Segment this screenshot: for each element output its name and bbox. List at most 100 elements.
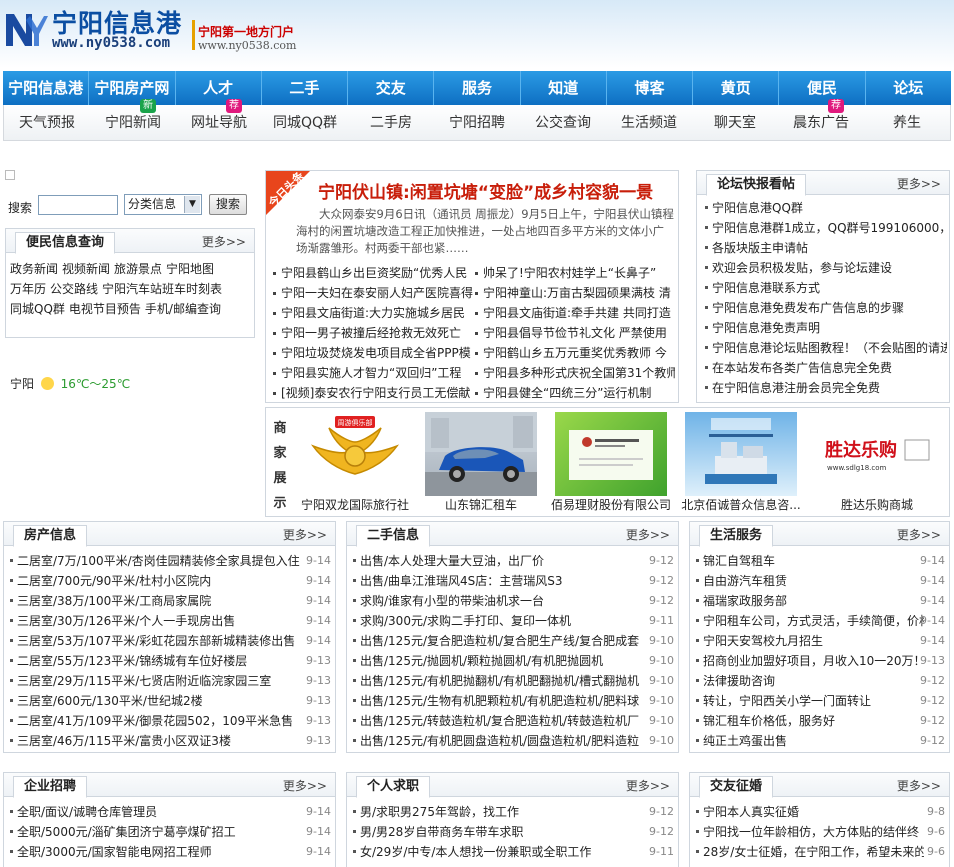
list-row[interactable]: 出售/125元/抛圆机/颗粒抛圆机/有机肥抛圆机 9-10: [353, 651, 674, 671]
list-row[interactable]: 三居室/600元/130平米/世纪城2楼 9-13: [10, 691, 331, 711]
sub-nav-item[interactable]: 养生: [864, 105, 950, 140]
more-link[interactable]: 更多>>: [626, 777, 670, 794]
convenience-link[interactable]: 宁阳汽车站班车时刻表: [102, 282, 222, 296]
list-row[interactable]: 出售/125元/有机肥圆盘造粒机/圆盘造粒机/肥料造粒 9-10: [353, 731, 674, 751]
news-link[interactable]: 宁阳县倡导节俭节礼文化 严禁使用: [473, 323, 675, 343]
convenience-link[interactable]: 视频新闻: [62, 262, 110, 276]
more-link[interactable]: 更多>>: [283, 526, 327, 543]
sub-nav-item[interactable]: 天气预报: [4, 105, 90, 140]
list-row[interactable]: 28岁/女士征婚，在宁阳工作，希望未来的 9-6: [696, 842, 945, 862]
merchant-card[interactable]: 北京佰诚普众信息咨...: [678, 412, 804, 514]
list-row[interactable]: 男/求职男275年驾龄，找工作 9-12: [353, 802, 674, 822]
forum-item[interactable]: 各版块版主申请帖: [703, 238, 947, 258]
list-row[interactable]: 宁阳本人真实征婚 9-8: [696, 802, 945, 822]
list-row[interactable]: 三居室/38万/100平米/工商局家属院 9-14: [10, 591, 331, 611]
sub-nav-item[interactable]: 宁阳招聘: [434, 105, 520, 140]
news-link[interactable]: 宁阳县文庙街道:牵手共建 共同打造: [473, 303, 675, 323]
merchant-card[interactable]: 周游俱乐部 宁阳双龙国际旅行社: [292, 412, 418, 514]
sub-nav-item[interactable]: 同城QQ群: [262, 105, 348, 140]
news-link[interactable]: 宁阳一夫妇在泰安丽人妇产医院喜得: [271, 283, 473, 303]
forum-item[interactable]: 宁阳信息港群1成立，QQ群号199106000，欢迎: [703, 218, 947, 238]
more-link[interactable]: 更多>>: [897, 526, 941, 543]
news-link[interactable]: 宁阳县实施人才智力“双回归”工程: [271, 363, 473, 383]
sub-nav-item[interactable]: 二手房: [348, 105, 434, 140]
list-row[interactable]: 自由游汽车租赁 9-14: [696, 571, 945, 591]
list-row[interactable]: 福瑞家政服务部 9-14: [696, 591, 945, 611]
sub-nav-item[interactable]: 宁阳新闻 新: [90, 99, 176, 140]
convenience-link[interactable]: 电视节目预告: [69, 302, 141, 316]
forum-item[interactable]: 在宁阳信息港注册会员完全免费: [703, 378, 947, 398]
forum-item[interactable]: 宁阳信息港论坛贴图教程！（不会贴图的请进）: [703, 338, 947, 358]
list-row[interactable]: 宁阳天安驾校九月招生 9-14: [696, 631, 945, 651]
list-row[interactable]: 宁阳租车公司，方式灵活，手续简便，价格 9-14: [696, 611, 945, 631]
forum-item[interactable]: 宁阳信息港联系方式: [703, 278, 947, 298]
main-nav-item[interactable]: 博客: [607, 71, 694, 105]
search-input[interactable]: [38, 195, 118, 215]
news-link[interactable]: 宁阳县健全“四统三分”运行机制: [473, 383, 675, 403]
main-nav-item[interactable]: 黄页: [693, 71, 780, 105]
search-button[interactable]: 搜索: [209, 194, 247, 215]
main-nav-item[interactable]: 服务: [434, 71, 521, 105]
convenience-link[interactable]: 万年历: [10, 282, 46, 296]
forum-item[interactable]: 宁阳信息港免责声明: [703, 318, 947, 338]
main-nav-item[interactable]: 人才: [176, 71, 262, 105]
list-row[interactable]: 锦汇自驾租车 9-14: [696, 551, 945, 571]
merchant-card[interactable]: 胜达乐购 www.sdlg18.com 胜达乐购商城: [814, 412, 940, 514]
list-row[interactable]: 二居室/55万/123平米/锦绣城有车位好楼层 9-13: [10, 651, 331, 671]
list-row[interactable]: 二居室/700元/90平米/杜村小区院内 9-14: [10, 571, 331, 591]
news-link[interactable]: 宁阳县文庙街道:大力实施城乡居民: [271, 303, 473, 323]
news-link[interactable]: 宁阳神童山:万亩古梨园硕果满枝 清: [473, 283, 675, 303]
list-row[interactable]: 锦汇租车价格低，服务好 9-12: [696, 711, 945, 731]
list-row[interactable]: 纯正土鸡蛋出售 9-12: [696, 731, 945, 751]
more-link[interactable]: 更多>>: [626, 526, 670, 543]
main-nav-item[interactable]: 知道: [521, 71, 607, 105]
list-row[interactable]: 求购/谁家有小型的带柴油机求一台 9-12: [353, 591, 674, 611]
list-row[interactable]: 出售/125元/生物有机肥颗粒机/有机肥造粒机/肥料球 9-10: [353, 691, 674, 711]
list-row[interactable]: 招商创业加盟好项目，月收入10一20万！ 9-13: [696, 651, 945, 671]
more-link[interactable]: 更多>>: [283, 777, 327, 794]
list-row[interactable]: 全职/5000元/淄矿集团济宁葛亭煤矿招工 9-14: [10, 822, 331, 842]
list-row[interactable]: 三居室/53万/107平米/彩虹花园东部新城精装修出售 9-14: [10, 631, 331, 651]
main-nav-item[interactable]: 便民: [779, 71, 866, 105]
list-row[interactable]: 出售/本人处理大量大豆油，出厂价 9-12: [353, 551, 674, 571]
convenience-link[interactable]: 政务新闻: [10, 262, 58, 276]
forum-item[interactable]: 宁阳信息港QQ群: [703, 198, 947, 218]
sub-nav-item[interactable]: 公交查询: [520, 105, 606, 140]
news-link[interactable]: 帅呆了!宁阳农村娃学上“长鼻子”: [473, 263, 675, 283]
list-row[interactable]: 二居室/7万/100平米/杏岗佳园精装修全家具提包入住 9-14: [10, 551, 331, 571]
main-nav-item[interactable]: 论坛: [866, 71, 951, 105]
headline-title[interactable]: 宁阳伏山镇:闲置坑塘“变脸”成乡村容貌一景: [318, 178, 653, 203]
more-link[interactable]: 更多>>: [897, 777, 941, 794]
list-row[interactable]: 出售/125元/有机肥抛翻机/有机肥翻抛机/槽式翻抛机 9-10: [353, 671, 674, 691]
news-link[interactable]: [视频]泰安农行宁阳支行员工无偿献: [271, 383, 473, 403]
sub-nav-item[interactable]: 晨东广告 荐: [778, 99, 864, 140]
news-link[interactable]: 宁阳县多种形式庆祝全国第31个教师: [473, 363, 675, 383]
list-row[interactable]: 女/29岁/中专/本人想找一份兼职或全职工作 9-11: [353, 842, 674, 862]
more-link[interactable]: 更多>>: [202, 233, 246, 250]
list-row[interactable]: 二居室/41万/109平米/御景花园502，109平米急售 9-13: [10, 711, 331, 731]
list-row[interactable]: 三居室/46万/115平米/富贵小区双证3楼 9-13: [10, 731, 331, 751]
list-row[interactable]: 全职/3000元/国家智能电网招工程师 9-14: [10, 842, 331, 862]
sub-nav-item[interactable]: 聊天室: [692, 105, 778, 140]
main-nav-item[interactable]: 二手: [262, 71, 349, 105]
convenience-link[interactable]: 公交路线: [50, 282, 98, 296]
news-link[interactable]: 宁阳一男子被撞后经抢救无效死亡: [271, 323, 473, 343]
list-row[interactable]: 出售/125元/转鼓造粒机/复合肥造粒机/转鼓造粒机厂 9-10: [353, 711, 674, 731]
forum-item[interactable]: 宁阳信息港免费发布广告信息的步骤: [703, 298, 947, 318]
news-link[interactable]: 宁阳县鹤山乡出巨资奖励“优秀人民: [271, 263, 473, 283]
merchant-card[interactable]: 山东锦汇租车: [418, 412, 544, 514]
list-row[interactable]: 出售/曲阜江淮瑞风4S店：主营瑞风S3 9-12: [353, 571, 674, 591]
weather-widget[interactable]: 宁阳 16℃～25℃: [10, 375, 130, 391]
list-row[interactable]: 全职/面议/诚聘仓库管理员 9-14: [10, 802, 331, 822]
list-row[interactable]: 三居室/30万/126平米/个人一手现房出售 9-14: [10, 611, 331, 631]
news-link[interactable]: 宁阳垃圾焚烧发电项目成全省PPP模: [271, 343, 473, 363]
category-select[interactable]: 分类信息 ▼: [124, 194, 202, 215]
list-row[interactable]: 宁阳找一位年龄相仿，大方体贴的结伴终 9-6: [696, 822, 945, 842]
news-link[interactable]: 宁阳鹤山乡五万元重奖优秀教师 今: [473, 343, 675, 363]
convenience-link[interactable]: 旅游景点: [114, 262, 162, 276]
more-link[interactable]: 更多>>: [897, 175, 941, 192]
forum-item[interactable]: 在本站发布各类广告信息完全免费: [703, 358, 947, 378]
list-row[interactable]: 三居室/29万/115平米/七贤店附近临浣家园三室 9-13: [10, 671, 331, 691]
list-row[interactable]: 法律援助咨询 9-12: [696, 671, 945, 691]
sub-nav-item[interactable]: 生活频道: [606, 105, 692, 140]
